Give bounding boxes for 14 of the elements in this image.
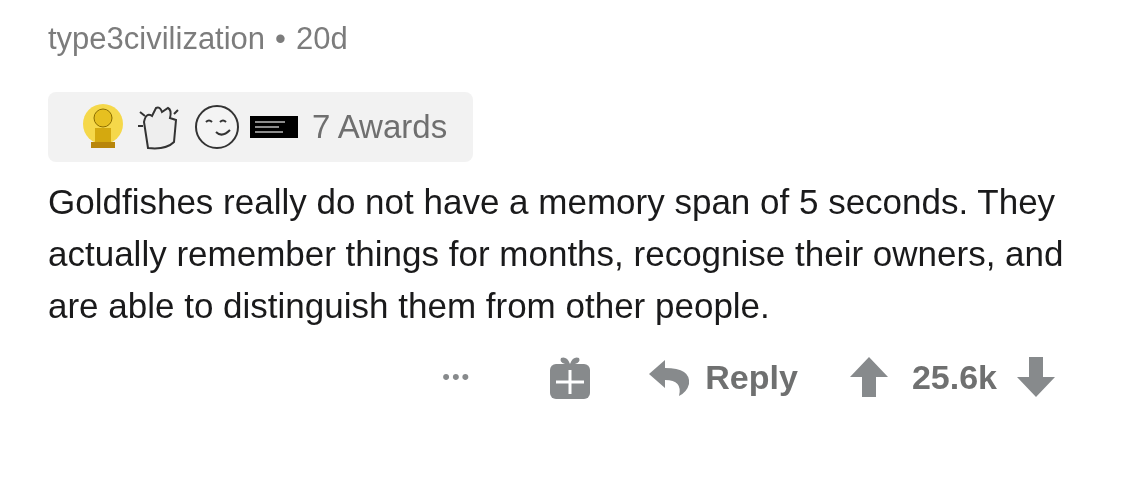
awards-count: 7 Awards (312, 108, 448, 146)
awards-bar[interactable]: 7 Awards (48, 92, 474, 162)
vote-score: 25.6k (911, 357, 997, 397)
separator-dot: • (275, 21, 286, 57)
more-button[interactable]: ••• (442, 364, 472, 390)
reply-arrow-icon (649, 358, 692, 396)
author-name[interactable]: type3civilization (48, 21, 266, 57)
reply-button[interactable]: Reply (649, 357, 798, 397)
upvote-icon[interactable] (849, 357, 888, 397)
downvote-icon[interactable] (1017, 357, 1055, 397)
comment-text: Goldfishes really do not have a memory span of 5 seconds. They actually remember things for months, recognise their owners, and are able to distinguish them from other people. (48, 181, 1065, 327)
banner-award-icon (250, 116, 298, 138)
seal-face-icon (192, 104, 242, 150)
comment-age: 20d (295, 21, 348, 57)
